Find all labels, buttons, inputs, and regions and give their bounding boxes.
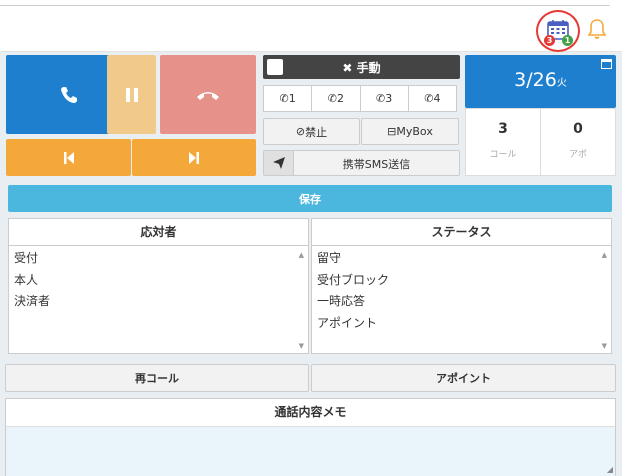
hangup-button[interactable]	[160, 55, 256, 134]
appointment-button[interactable]: アポイント	[311, 364, 616, 392]
calls-label: コール	[489, 150, 517, 160]
send-icon	[264, 151, 294, 175]
status-list: ステータス 留守 受付ブロック 一時応答 アポイント ▲ ▼	[311, 218, 612, 354]
memo-panel: 通話内容メモ ◢	[5, 398, 616, 476]
scroll-down-icon[interactable]: ▼	[602, 342, 607, 350]
skip-back-icon	[63, 151, 74, 164]
list-item[interactable]: アポイント	[312, 313, 611, 335]
list-item[interactable]: 本人	[9, 270, 308, 292]
inbox-icon: ⊟	[387, 125, 397, 138]
phone-icon: ✆	[424, 92, 434, 105]
pause-icon	[125, 87, 138, 102]
calendar-notification-button[interactable]: 3 1	[536, 10, 580, 52]
scroll-down-icon[interactable]: ▼	[299, 342, 304, 350]
line-1-button[interactable]: ✆ 1	[264, 86, 313, 111]
status-header: ステータス	[312, 219, 611, 246]
mybox-button[interactable]: ⊟ MyBox	[361, 118, 459, 145]
list-item[interactable]: 決済者	[9, 291, 308, 313]
list-item[interactable]: 受付ブロック	[312, 270, 611, 292]
recall-button[interactable]: 再コール	[5, 364, 309, 392]
calls-value: 3	[498, 121, 508, 137]
date-card: 3/26火	[465, 55, 616, 108]
date-display: 3/26火	[514, 69, 567, 91]
ban-button[interactable]: ⊘ 禁止	[263, 118, 360, 145]
calendar-icon	[601, 59, 612, 69]
responder-header: 応対者	[9, 219, 308, 246]
previous-button[interactable]	[6, 139, 131, 176]
save-button[interactable]: 保存	[8, 185, 612, 212]
line-4-button[interactable]: ✆ 4	[409, 86, 456, 111]
appo-label: アポ	[568, 150, 587, 160]
sms-label: 携帯SMS送信	[342, 158, 411, 171]
memo-textarea[interactable]: ◢	[6, 426, 615, 476]
ban-icon: ⊘	[295, 125, 306, 138]
scrollbar[interactable]: ▲ ▼	[294, 246, 308, 353]
calls-stat: 3 コール	[466, 109, 541, 175]
scrollbar[interactable]: ▲ ▼	[597, 246, 611, 353]
bell-icon[interactable]	[587, 18, 607, 40]
responder-list: 応対者 受付 本人 決済者 ▲ ▼	[8, 218, 309, 354]
next-button[interactable]	[132, 139, 256, 176]
appo-value: 0	[573, 121, 583, 137]
list-item[interactable]: 受付	[9, 248, 308, 270]
scroll-up-icon[interactable]: ▲	[299, 251, 304, 259]
hold-button[interactable]	[107, 55, 156, 134]
manual-toggle[interactable]: ✖ 手動	[263, 55, 460, 79]
close-icon: ✖	[342, 61, 353, 75]
appointments-stat: 0 アポ	[541, 109, 615, 175]
resize-grip-icon[interactable]: ◢	[607, 465, 613, 474]
sms-button[interactable]: 携帯SMS送信	[263, 150, 460, 176]
top-bar: 3 1	[0, 0, 622, 52]
phone-icon: ✆	[327, 92, 337, 105]
line-2-button[interactable]: ✆ 2	[312, 86, 361, 111]
hangup-icon	[197, 91, 219, 100]
calendar-badge-red: 3	[544, 35, 555, 46]
phone-icon	[60, 86, 77, 103]
list-item[interactable]: 留守	[312, 248, 611, 270]
skip-forward-icon	[189, 151, 199, 164]
phone-icon: ✆	[279, 92, 289, 105]
top-divider	[0, 0, 610, 6]
scroll-up-icon[interactable]: ▲	[602, 251, 607, 259]
line-3-button[interactable]: ✆ 3	[361, 86, 409, 111]
calendar-badge-green: 1	[562, 35, 573, 46]
list-item[interactable]: 一時応答	[312, 291, 611, 313]
line-selector: ✆ 1 ✆ 2 ✆ 3 ✆ 4	[263, 85, 457, 112]
manual-label: ✖ 手動	[342, 61, 381, 75]
stats-panel: 3 コール 0 アポ	[465, 108, 616, 176]
memo-header: 通話内容メモ	[274, 405, 347, 419]
phone-icon: ✆	[376, 92, 386, 105]
